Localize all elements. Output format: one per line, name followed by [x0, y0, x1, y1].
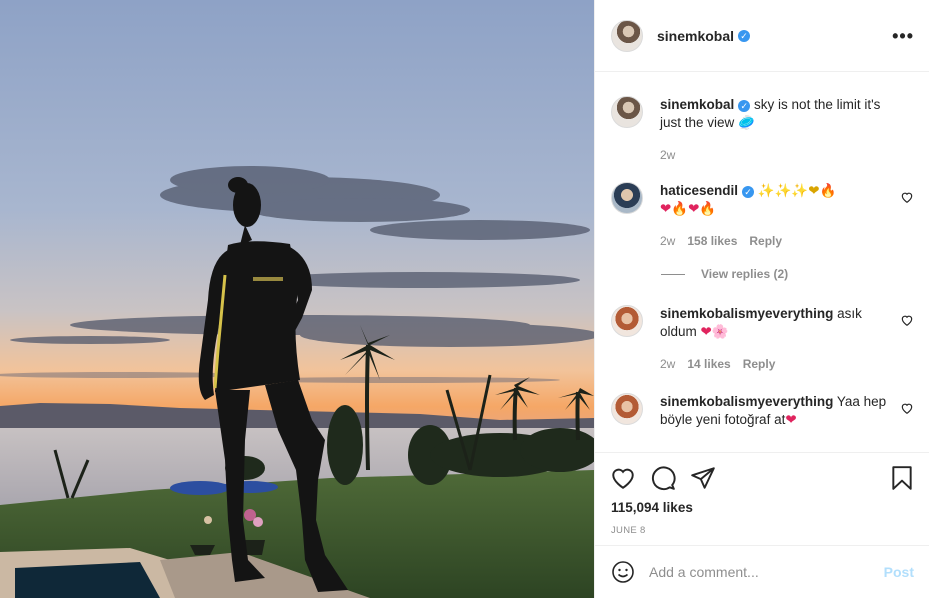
comment-like-heart-icon[interactable] — [900, 401, 914, 415]
view-replies-label: View replies (2) — [701, 267, 789, 281]
comment-bubble-icon[interactable] — [650, 465, 676, 491]
verified-badge-icon: ✓ — [738, 100, 751, 112]
comment-item: haticesendil ✓ ✨✨✨❤🔥 ❤🔥❤🔥 2w 158 likes Re… — [611, 182, 914, 250]
comment-like-heart-icon[interactable] — [900, 313, 914, 327]
add-comment-input[interactable] — [649, 564, 869, 580]
comment-item: sinemkobalismyeverything asık oldum ❤🌸 2… — [611, 305, 914, 373]
author-username[interactable]: sinemkobal — [657, 28, 734, 44]
commenter-avatar[interactable] — [611, 182, 643, 214]
more-options-icon[interactable]: ••• — [892, 26, 914, 47]
comment-like-heart-icon[interactable] — [900, 190, 914, 204]
reply-button[interactable]: Reply — [743, 355, 776, 373]
comment-composer: Post — [595, 546, 929, 598]
replies-divider — [661, 273, 685, 275]
comment-item: sinemkobalismyeverything Yaa hep böyle y… — [611, 393, 914, 429]
commenter-avatar[interactable] — [611, 393, 643, 425]
author-avatar[interactable] — [611, 19, 643, 52]
view-replies-button[interactable]: View replies (2) — [661, 267, 788, 281]
smiley-icon[interactable] — [611, 560, 635, 584]
comment-likes-count[interactable]: 14 likes — [687, 355, 730, 373]
post-comment-button[interactable]: Post — [884, 564, 914, 580]
reply-button[interactable]: Reply — [749, 232, 782, 250]
post-date[interactable]: JUNE 8 — [611, 525, 646, 536]
caption-author-avatar[interactable] — [611, 96, 643, 128]
comment-username[interactable]: sinemkobalismyeverything — [660, 306, 833, 321]
paper-plane-icon[interactable] — [690, 465, 716, 491]
post-photo[interactable] — [0, 0, 594, 598]
bookmark-icon[interactable] — [889, 465, 915, 491]
likes-count[interactable]: 115,094 likes — [611, 500, 693, 515]
comment-emoji: ❤ — [785, 412, 797, 428]
comment-emoji-text: ✨✨✨❤🔥 — [757, 183, 837, 199]
comment-username[interactable]: sinemkobalismyeverything — [660, 394, 833, 409]
post-caption: sinemkobal ✓ sky is not the limit it's ju… — [611, 96, 914, 164]
sunset-silhouette-image — [0, 0, 594, 598]
comment-timestamp[interactable]: 2w — [660, 232, 675, 250]
caption-timestamp[interactable]: 2w — [660, 146, 675, 164]
comments-list[interactable]: sinemkobal ✓ sky is not the limit it's ju… — [595, 72, 929, 452]
comment-username[interactable]: haticesendil — [660, 183, 738, 198]
comment-likes-count[interactable]: 158 likes — [687, 232, 737, 250]
verified-badge-icon: ✓ — [742, 186, 755, 198]
comment-emoji-text-2: ❤🔥❤🔥 — [660, 201, 717, 217]
caption-emoji: 🥏 — [738, 115, 755, 131]
post-header: sinemkobal ✓ ••• — [595, 0, 929, 72]
heart-outline-icon[interactable] — [610, 465, 636, 491]
post-actions: 115,094 likes JUNE 8 — [595, 452, 929, 546]
commenter-avatar[interactable] — [611, 305, 643, 337]
caption-username[interactable]: sinemkobal — [660, 97, 734, 112]
verified-badge-icon: ✓ — [738, 29, 751, 42]
post-detail-panel: sinemkobal ✓ ••• sinemkobal ✓ sky is not … — [594, 0, 929, 598]
comment-emoji: ❤🌸 — [700, 324, 729, 340]
comment-timestamp[interactable]: 2w — [660, 355, 675, 373]
